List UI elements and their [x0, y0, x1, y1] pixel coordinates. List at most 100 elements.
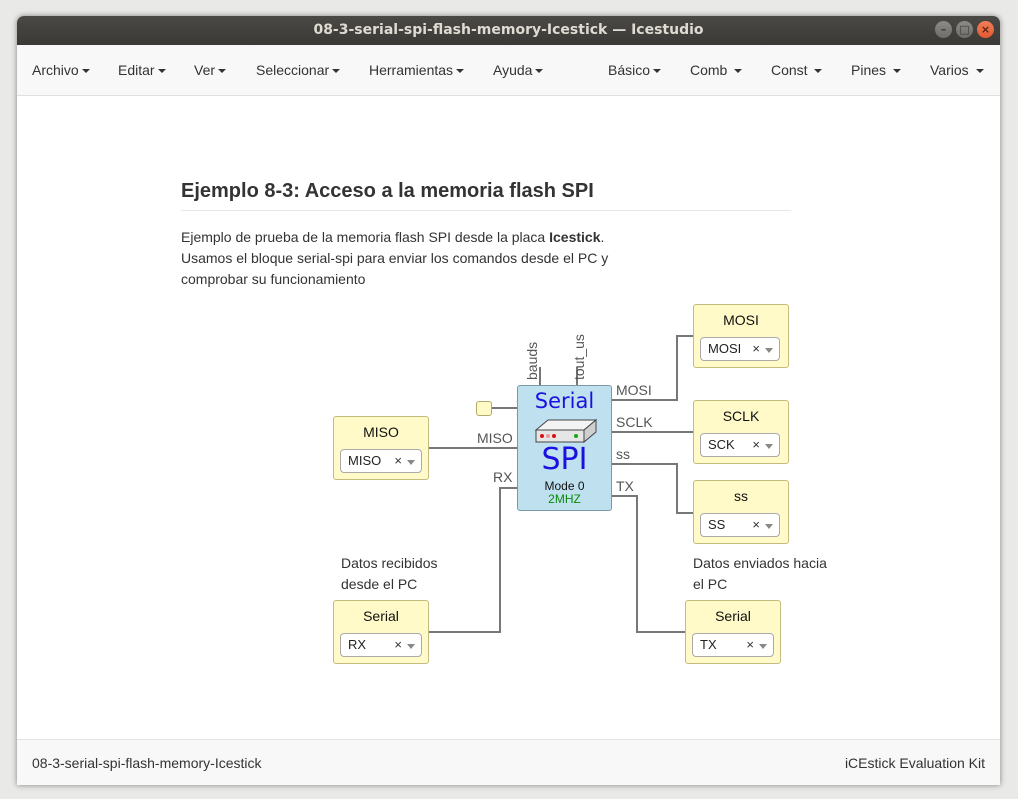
- pin-select-ss-value: SS: [708, 517, 726, 532]
- chevron-down-icon: [653, 69, 662, 74]
- app-window: 08-3-serial-spi-flash-memory-Icestick — …: [17, 16, 1000, 785]
- port-label-miso: MISO: [477, 430, 513, 446]
- menu-varios-label: Varios: [930, 62, 969, 78]
- menu-ver-label: Ver: [194, 62, 216, 78]
- window-controls: – □ ×: [935, 21, 994, 38]
- pin-select-tx[interactable]: TX ×: [692, 633, 774, 657]
- output-mosi-label: MOSI: [723, 312, 759, 328]
- output-ss-label: ss: [734, 488, 748, 504]
- menu-comb-label: Comb: [690, 62, 728, 78]
- clear-icon[interactable]: ×: [394, 450, 402, 472]
- wires: [428, 335, 693, 633]
- menu-pines-label: Pines: [851, 62, 887, 78]
- chevron-down-icon[interactable]: [765, 444, 773, 449]
- menu-herramientas-label: Herramientas: [369, 62, 454, 78]
- clock-input-block[interactable]: [476, 401, 492, 416]
- status-bar: 08-3-serial-spi-flash-memory-Icestick iC…: [17, 739, 1000, 785]
- input-miso-block[interactable]: MISO MISO ×: [333, 416, 429, 480]
- menu-editar-label: Editar: [118, 62, 155, 78]
- port-label-ss: ss: [616, 446, 630, 462]
- menu-ver[interactable]: Ver: [194, 45, 227, 95]
- output-serial-tx-label: Serial: [715, 608, 751, 624]
- serial-spi-title: Serial: [534, 389, 595, 413]
- menu-varios[interactable]: Varios: [930, 45, 984, 95]
- pin-select-rx-value: RX: [348, 637, 367, 652]
- close-button[interactable]: ×: [977, 21, 994, 38]
- menu-herramientas[interactable]: Herramientas: [369, 45, 465, 95]
- chevron-down-icon[interactable]: [765, 524, 773, 529]
- chevron-down-icon: [892, 69, 901, 74]
- chevron-down-icon[interactable]: [759, 644, 767, 649]
- design-canvas[interactable]: Ejemplo 8-3: Acceso a la memoria flash S…: [17, 96, 1000, 739]
- menu-editar[interactable]: Editar: [118, 45, 166, 95]
- chevron-down-icon[interactable]: [765, 348, 773, 353]
- title-bar: 08-3-serial-spi-flash-memory-Icestick — …: [17, 16, 1000, 45]
- output-mosi-block[interactable]: MOSI MOSI ×: [693, 304, 789, 368]
- menu-basico-label: Básico: [608, 62, 651, 78]
- comment-tx-line1: Datos enviados hacia: [693, 555, 827, 571]
- menu-basico[interactable]: Básico: [608, 45, 662, 95]
- output-serial-tx-block[interactable]: Serial TX ×: [685, 600, 781, 664]
- output-sclk-label: SCLK: [722, 408, 760, 424]
- input-serial-rx-block[interactable]: Serial RX ×: [333, 600, 429, 664]
- chevron-down-icon: [814, 69, 823, 74]
- menu-const-label: Const: [771, 62, 808, 78]
- menu-archivo-label: Archivo: [32, 62, 79, 78]
- pin-select-mosi[interactable]: MOSI ×: [700, 337, 780, 361]
- status-board-name[interactable]: iCEstick Evaluation Kit: [845, 740, 985, 785]
- pin-select-rx[interactable]: RX ×: [340, 633, 422, 657]
- pin-select-miso[interactable]: MISO ×: [340, 449, 422, 473]
- chevron-down-icon: [157, 69, 166, 74]
- clear-icon[interactable]: ×: [752, 434, 760, 456]
- param-label-tout: tout_us: [571, 334, 587, 380]
- wire-rx: [428, 487, 517, 633]
- input-serial-rx-label: Serial: [363, 608, 399, 624]
- port-label-mosi: MOSI: [616, 382, 652, 398]
- serial-spi-block[interactable]: Serial SPI Mode 0 2MHZ: [517, 385, 612, 511]
- maximize-button[interactable]: □: [956, 21, 973, 38]
- clear-icon[interactable]: ×: [752, 338, 760, 360]
- window-title: 08-3-serial-spi-flash-memory-Icestick — …: [313, 22, 704, 38]
- input-miso-label: MISO: [363, 424, 399, 440]
- menu-bar: Archivo Editar Ver Seleccionar Herramien…: [17, 45, 1000, 96]
- menu-ayuda-label: Ayuda: [493, 62, 533, 78]
- pin-select-ss[interactable]: SS ×: [700, 513, 780, 537]
- pin-select-sclk[interactable]: SCK ×: [700, 433, 780, 457]
- menu-pines[interactable]: Pines: [851, 45, 901, 95]
- port-label-sclk: SCLK: [616, 414, 653, 430]
- menu-const[interactable]: Const: [771, 45, 823, 95]
- menu-seleccionar[interactable]: Seleccionar: [256, 45, 341, 95]
- serial-spi-freq: 2MHZ: [548, 492, 581, 506]
- clear-icon[interactable]: ×: [394, 634, 402, 656]
- menu-ayuda[interactable]: Ayuda: [493, 45, 544, 95]
- port-label-rx: RX: [493, 469, 513, 485]
- chevron-down-icon[interactable]: [407, 644, 415, 649]
- pin-select-sclk-value: SCK: [708, 437, 735, 452]
- menu-comb[interactable]: Comb: [690, 45, 743, 95]
- menu-seleccionar-label: Seleccionar: [256, 62, 330, 78]
- port-label-tx: TX: [616, 478, 634, 494]
- param-label-bauds: bauds: [524, 341, 540, 380]
- output-sclk-block[interactable]: SCLK SCK ×: [693, 400, 789, 464]
- output-ss-block[interactable]: ss SS ×: [693, 480, 789, 544]
- pin-select-miso-value: MISO: [348, 453, 382, 468]
- comment-tx: Datos enviados hacia el PC: [693, 553, 827, 595]
- status-file-name: 08-3-serial-spi-flash-memory-Icestick: [32, 755, 262, 771]
- chevron-down-icon: [975, 69, 984, 74]
- clear-icon[interactable]: ×: [752, 514, 760, 536]
- chevron-down-icon: [81, 69, 90, 74]
- minimize-button[interactable]: –: [935, 21, 952, 38]
- comment-rx: Datos recibidos desde el PC: [341, 553, 438, 595]
- pin-select-tx-value: TX: [700, 637, 717, 652]
- comment-tx-line2: el PC: [693, 576, 728, 592]
- serial-spi-mode: Mode 0: [544, 479, 585, 493]
- comment-rx-line1: Datos recibidos: [341, 555, 438, 571]
- chevron-down-icon: [332, 69, 341, 74]
- chevron-down-icon: [734, 69, 743, 74]
- chevron-down-icon: [218, 69, 227, 74]
- comment-rx-line2: desde el PC: [341, 576, 418, 592]
- chevron-down-icon[interactable]: [407, 460, 415, 465]
- pin-select-mosi-value: MOSI: [708, 341, 742, 356]
- menu-archivo[interactable]: Archivo: [32, 45, 90, 95]
- clear-icon[interactable]: ×: [746, 634, 754, 656]
